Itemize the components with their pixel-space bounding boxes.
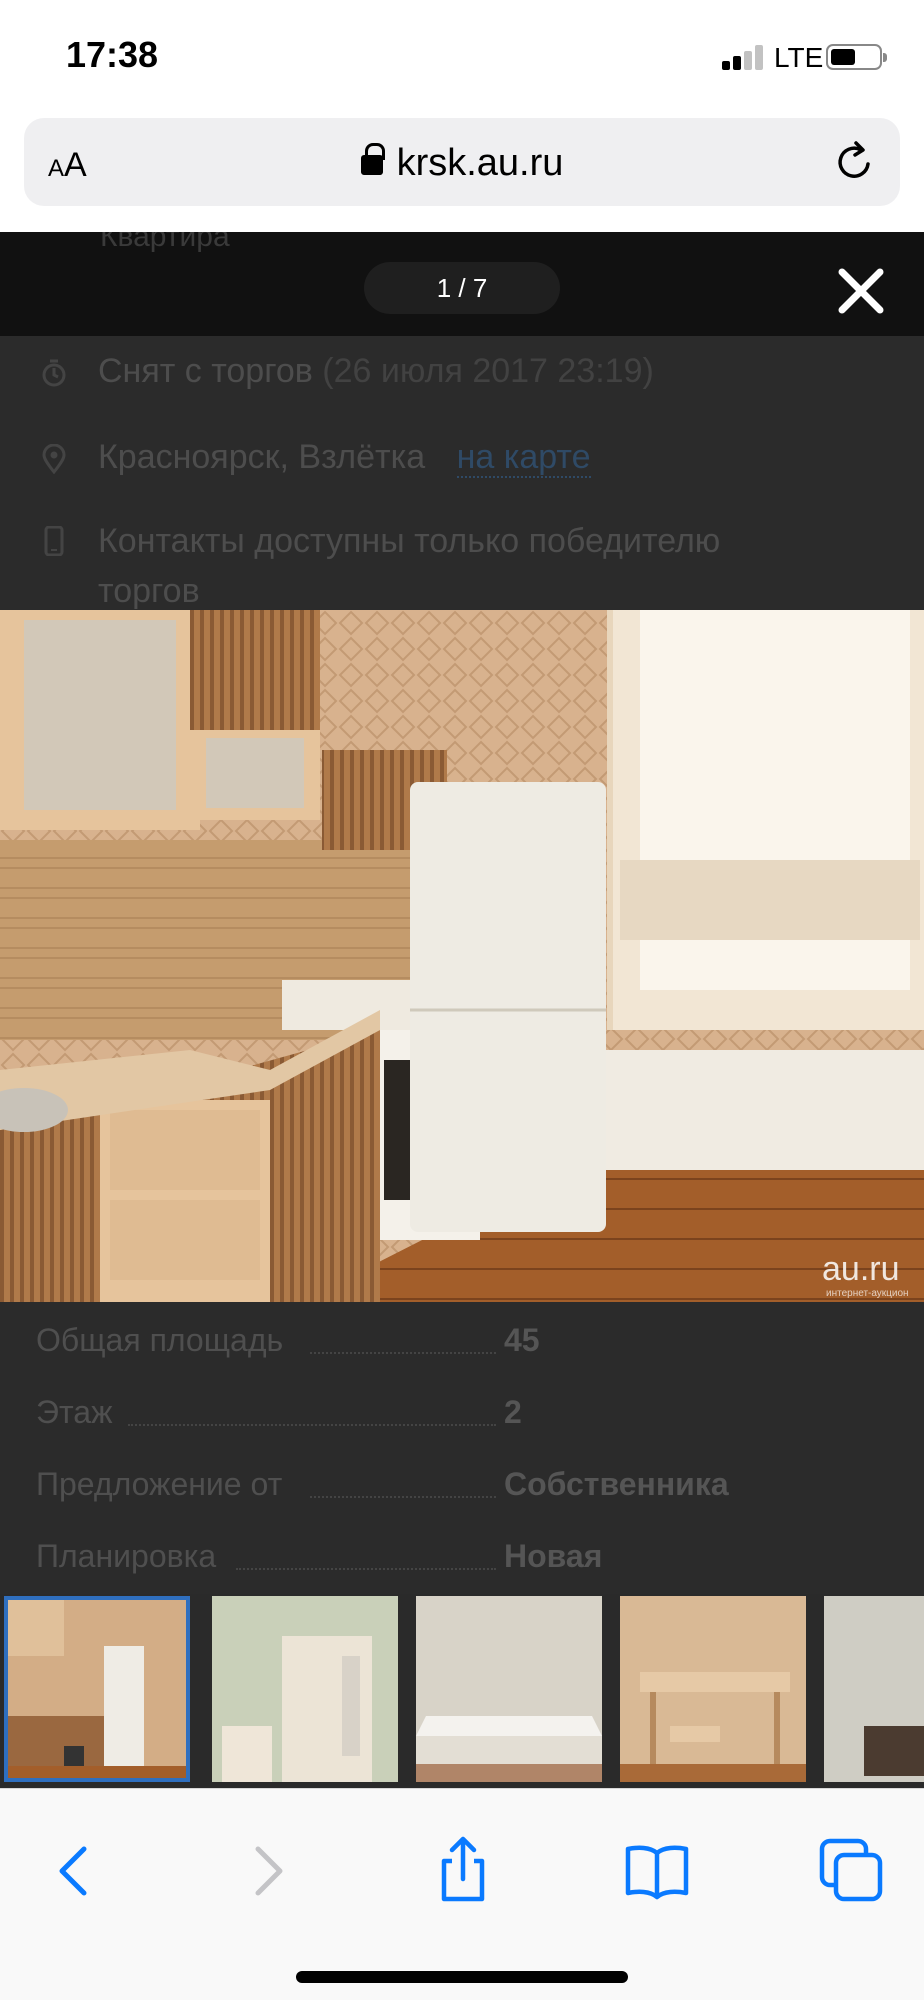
browser-toolbar bbox=[0, 1788, 924, 2000]
home-indicator[interactable] bbox=[296, 1971, 628, 1983]
spec-dots bbox=[236, 1568, 496, 1570]
url-text: krsk.au.ru bbox=[396, 142, 564, 184]
spec-row: Общая площадь 45 bbox=[36, 1322, 896, 1366]
location-text: Красноярск, Взлётка bbox=[98, 438, 426, 476]
spec-row: Планировка Новая bbox=[36, 1538, 896, 1582]
spec-value: 2 bbox=[504, 1394, 522, 1430]
url-display[interactable]: krsk.au.ru bbox=[24, 142, 900, 185]
watermark-sub: интернет-аукцион bbox=[826, 1288, 909, 1299]
spec-value: Новая bbox=[504, 1538, 603, 1574]
address-bar[interactable]: AA krsk.au.ru bbox=[24, 118, 900, 206]
browser-top-bar: AA krsk.au.ru bbox=[0, 116, 924, 232]
spec-dots bbox=[128, 1424, 496, 1426]
auction-status: Снят с торгов bbox=[98, 352, 313, 390]
reload-icon[interactable] bbox=[832, 140, 876, 184]
gallery-main-photo[interactable] bbox=[0, 610, 924, 1302]
thumbnail-strip bbox=[0, 1594, 924, 1788]
thumbnail-sofa[interactable] bbox=[824, 1596, 924, 1782]
auction-status-date: (26 июля 2017 23:19) bbox=[322, 352, 654, 390]
thumbnail-image bbox=[4, 1596, 190, 1782]
page-heading-behind: Квартира bbox=[100, 232, 230, 253]
back-icon[interactable] bbox=[40, 1835, 110, 1905]
spec-row: Этаж 2 bbox=[36, 1394, 896, 1438]
location-pin-icon bbox=[42, 444, 66, 474]
spec-dots bbox=[310, 1352, 496, 1354]
spec-value: 45 bbox=[504, 1322, 540, 1358]
thumbnail-bed[interactable] bbox=[416, 1596, 602, 1782]
watermark: au.ru bbox=[822, 1250, 900, 1288]
photo-counter: 1 / 7 bbox=[364, 262, 560, 314]
thumbnail-image bbox=[212, 1596, 398, 1782]
spec-key: Общая площадь bbox=[36, 1322, 284, 1358]
auction-status-row: Снят с торгов (26 июля 2017 23:19) bbox=[98, 352, 654, 391]
thumbnail-image bbox=[416, 1596, 602, 1782]
lock-icon bbox=[360, 143, 385, 177]
spec-value: Собственника bbox=[504, 1466, 729, 1502]
bookmarks-icon[interactable] bbox=[622, 1835, 692, 1905]
location-row: Красноярск, Взлётка на карте bbox=[98, 438, 591, 478]
forward-icon[interactable] bbox=[232, 1835, 302, 1905]
listing-info-dimmed: Снят с торгов (26 июля 2017 23:19) Красн… bbox=[0, 336, 924, 610]
status-bar: 17:38 LTE bbox=[0, 0, 924, 116]
signal-strength-icon bbox=[722, 44, 766, 70]
stopwatch-icon bbox=[42, 359, 66, 387]
status-time: 17:38 bbox=[66, 34, 159, 75]
contacts-row-line1: Контакты доступны только победителю bbox=[98, 522, 721, 560]
contacts-row-line2: торгов bbox=[98, 572, 200, 610]
battery-icon bbox=[826, 44, 887, 70]
network-type: LTE bbox=[774, 42, 824, 73]
thumbnail-wardrobe[interactable] bbox=[212, 1596, 398, 1782]
thumbnail-kitchen[interactable] bbox=[4, 1596, 190, 1782]
share-icon[interactable] bbox=[428, 1835, 498, 1905]
listing-specs-dimmed: Общая площадь 45 Этаж 2 Предложение от С… bbox=[0, 1302, 924, 1594]
kitchen-photo-image bbox=[0, 610, 924, 1302]
close-icon[interactable] bbox=[834, 264, 888, 318]
map-link[interactable]: на карте bbox=[456, 438, 591, 478]
phone-icon bbox=[44, 526, 64, 556]
thumbnail-image bbox=[824, 1596, 924, 1782]
thumbnail-table[interactable] bbox=[620, 1596, 806, 1782]
gallery-header: Квартира 1 / 7 bbox=[0, 232, 924, 336]
spec-key: Предложение от bbox=[36, 1466, 283, 1502]
thumbnail-image bbox=[620, 1596, 806, 1782]
spec-key: Этаж bbox=[36, 1394, 113, 1430]
spec-row: Предложение от Собственника bbox=[36, 1466, 896, 1510]
spec-dots bbox=[310, 1496, 496, 1498]
spec-key: Планировка bbox=[36, 1538, 217, 1574]
tabs-icon[interactable] bbox=[816, 1835, 886, 1905]
